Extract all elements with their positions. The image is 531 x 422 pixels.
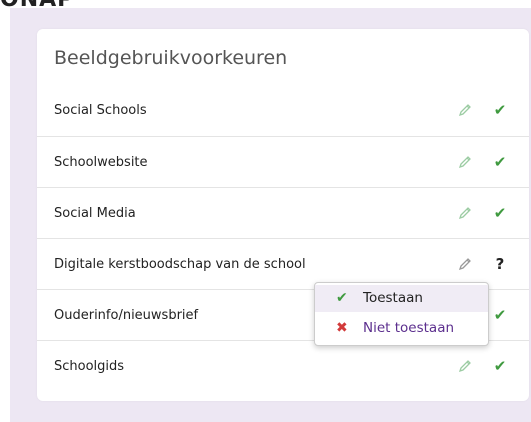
preference-label: Schoolgids [54, 359, 125, 374]
card-title: Beeldgebruikvoorkeuren [54, 47, 288, 69]
preference-row-social-media: Social Media ✔ [37, 187, 529, 238]
preference-label: Social Schools [54, 103, 147, 118]
cross-icon: ✖ [336, 320, 348, 336]
check-icon[interactable]: ✔ [491, 341, 509, 392]
preference-row-schoolwebsite: Schoolwebsite ✔ [37, 136, 529, 187]
pencil-icon[interactable] [457, 102, 473, 118]
permission-dropdown-menu: ✔ Toestaan ✖ Niet toestaan [314, 282, 489, 346]
option-label: Toestaan [363, 290, 423, 306]
check-icon[interactable]: ✔ [491, 290, 509, 341]
preference-label: Schoolwebsite [54, 155, 148, 170]
question-icon[interactable]: ? [491, 239, 509, 290]
option-deny[interactable]: ✖ Niet toestaan [315, 315, 488, 342]
check-icon[interactable]: ✔ [491, 188, 509, 239]
check-icon[interactable]: ✔ [491, 85, 509, 136]
preference-label: Ouderinfo/nieuwsbrief [54, 308, 199, 323]
check-icon[interactable]: ✔ [491, 137, 509, 188]
option-allow[interactable]: ✔ Toestaan [315, 285, 488, 312]
preference-row-schoolgids: Schoolgids ✔ [37, 340, 529, 391]
option-label: Niet toestaan [363, 320, 455, 336]
preference-row-social-schools: Social Schools ✔ [37, 85, 529, 136]
preference-label: Social Media [54, 206, 136, 221]
pencil-icon[interactable] [457, 256, 473, 272]
pencil-icon[interactable] [457, 205, 473, 221]
check-icon: ✔ [336, 290, 348, 306]
pencil-icon[interactable] [457, 154, 473, 170]
pencil-icon[interactable] [457, 358, 473, 374]
preference-label: Digitale kerstboodschap van de school [54, 257, 306, 272]
